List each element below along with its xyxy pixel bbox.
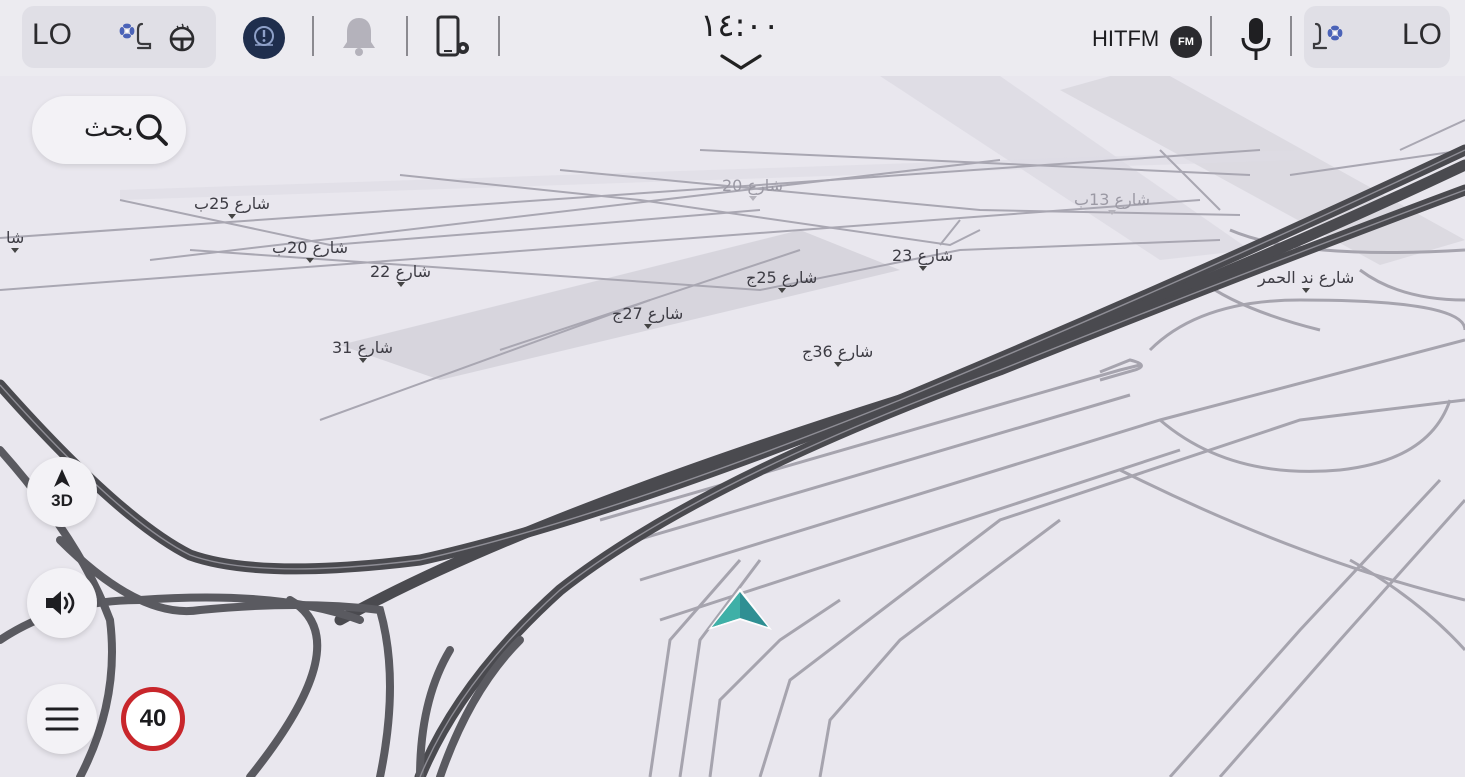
phone-settings-icon[interactable] xyxy=(434,14,474,60)
street-label: شارع 13ب xyxy=(1074,190,1151,209)
street-label: شارع 20 xyxy=(722,176,783,195)
divider xyxy=(1210,16,1212,56)
search-button[interactable]: بحث xyxy=(32,96,186,164)
right-temperature[interactable]: LO xyxy=(1402,18,1442,52)
navigation-map[interactable]: شارع 25ب شارع 20 شارع 20ب شارع 13ب شارع … xyxy=(0,76,1465,777)
bell-icon[interactable] xyxy=(339,14,379,58)
street-label: شارع 22 xyxy=(370,262,431,281)
search-icon xyxy=(136,114,168,146)
street-label: شارع 23 xyxy=(892,246,953,265)
volume-icon xyxy=(46,591,75,615)
volume-button[interactable] xyxy=(27,568,97,638)
divider xyxy=(1290,16,1292,56)
street-label: شارع 25ب xyxy=(194,194,271,213)
chevron-down-icon[interactable] xyxy=(718,52,764,72)
street-label: شارع 27ج xyxy=(612,304,684,323)
fan-seat-icon[interactable] xyxy=(118,18,154,54)
radio-station-name[interactable]: HITFM xyxy=(1092,26,1159,52)
street-label: شارع ند الحمر xyxy=(1258,268,1355,287)
street-label: شارع 25ج xyxy=(746,268,818,287)
radio-band-badge: FM xyxy=(1170,26,1202,58)
divider xyxy=(312,16,314,56)
speed-limit-sign: 40 xyxy=(121,687,185,751)
street-label: شارع 31 xyxy=(332,338,393,357)
status-bar: LO ١٤:٠٠ HITFM FM LO xyxy=(0,0,1465,76)
parking-brake-icon xyxy=(243,17,285,59)
street-label: شارع 36ج xyxy=(802,342,874,361)
search-label: بحث xyxy=(84,113,134,143)
view-mode-button[interactable]: 3D xyxy=(27,457,97,527)
menu-icon xyxy=(45,707,79,731)
divider xyxy=(498,16,500,56)
microphone-icon[interactable] xyxy=(1238,16,1274,64)
steering-heat-icon[interactable] xyxy=(167,22,197,52)
left-temperature[interactable]: LO xyxy=(32,18,72,52)
fan-seat-icon[interactable] xyxy=(1310,18,1346,54)
compass-icon xyxy=(54,469,70,487)
street-label: شارع 20ب xyxy=(272,238,349,257)
street-label: شا xyxy=(6,228,25,247)
view-mode-label: 3D xyxy=(51,491,73,510)
menu-button[interactable] xyxy=(27,684,97,754)
divider xyxy=(406,16,408,56)
clock: ١٤:٠٠ xyxy=(700,6,780,44)
